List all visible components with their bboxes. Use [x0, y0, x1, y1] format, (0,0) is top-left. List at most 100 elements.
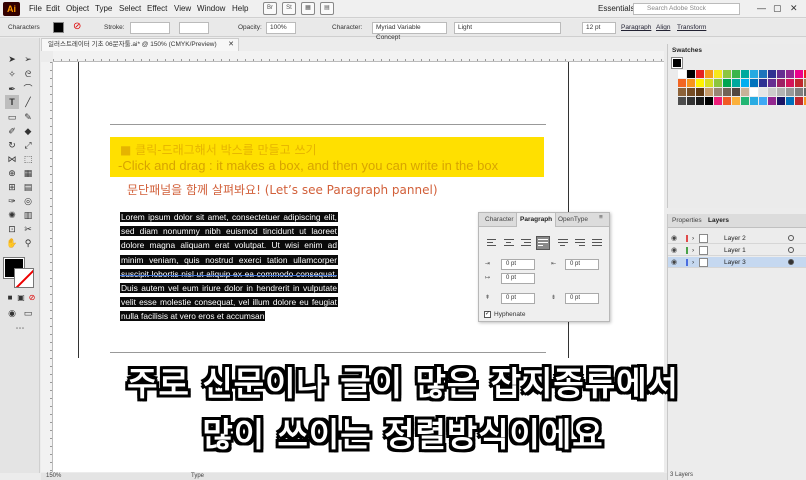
right-indent-field[interactable]: 0 pt: [565, 259, 599, 270]
curvature-tool-icon[interactable]: ⌒: [21, 82, 35, 96]
swatch[interactable]: [678, 88, 686, 96]
draw-mode-icon[interactable]: ◉: [5, 306, 19, 320]
swatch[interactable]: [687, 79, 695, 87]
direct-selection-tool-icon[interactable]: ➢: [21, 52, 35, 66]
stroke-weight-field[interactable]: [130, 22, 170, 34]
menu-view[interactable]: View: [174, 4, 191, 13]
rectangle-tool-icon[interactable]: ▭: [5, 110, 19, 124]
swatch[interactable]: [714, 79, 722, 87]
mesh-tool-icon[interactable]: ⊞: [5, 180, 19, 194]
swatch[interactable]: [705, 79, 713, 87]
layer-row[interactable]: ◉ › Layer 2: [668, 233, 806, 244]
swatch[interactable]: [795, 88, 803, 96]
scale-tool-icon[interactable]: ⤢: [21, 138, 35, 152]
swatch[interactable]: [768, 79, 776, 87]
eraser-icon[interactable]: ◆: [21, 124, 35, 138]
line-tool-icon[interactable]: ╱: [21, 95, 35, 109]
stock-search-input[interactable]: Search Adobe Stock: [633, 3, 740, 15]
swatch[interactable]: [786, 70, 794, 78]
bridge-icon[interactable]: Br: [263, 2, 277, 15]
graph-tool-icon[interactable]: ▥: [21, 208, 35, 222]
swatch[interactable]: [786, 88, 794, 96]
zoom-tool-icon[interactable]: ⚲: [21, 236, 35, 250]
swatch[interactable]: [696, 88, 704, 96]
swatch[interactable]: [696, 70, 704, 78]
swatch[interactable]: [750, 79, 758, 87]
swatch[interactable]: [723, 88, 731, 96]
swatch[interactable]: [777, 88, 785, 96]
tab-layers[interactable]: Layers: [708, 217, 729, 224]
swatch[interactable]: [723, 79, 731, 87]
swatch[interactable]: [732, 70, 740, 78]
gradient-tool-icon[interactable]: ▤: [21, 180, 35, 194]
swatch[interactable]: [795, 79, 803, 87]
layer-name[interactable]: Layer 1: [724, 245, 746, 256]
swatch[interactable]: [750, 88, 758, 96]
swatch[interactable]: [768, 88, 776, 96]
rotate-tool-icon[interactable]: ↻: [5, 138, 19, 152]
stroke-none-icon[interactable]: ⊘: [73, 21, 81, 32]
variable-width-field[interactable]: [179, 22, 209, 34]
swatch[interactable]: [705, 97, 713, 105]
swatch[interactable]: [732, 97, 740, 105]
justify-last-center-icon[interactable]: [557, 237, 569, 249]
swatch[interactable]: [687, 97, 695, 105]
symbol-sprayer-icon[interactable]: ✺: [5, 208, 19, 222]
swatches-title[interactable]: Swatches: [672, 47, 702, 54]
gpu-icon[interactable]: ▦: [301, 2, 315, 15]
first-line-indent-field[interactable]: 0 pt: [501, 273, 535, 284]
minimize-icon[interactable]: —: [757, 3, 766, 13]
menu-file[interactable]: File: [29, 4, 42, 13]
swatch[interactable]: [723, 70, 731, 78]
swatch[interactable]: [741, 70, 749, 78]
swatch[interactable]: [723, 97, 731, 105]
lasso-icon[interactable]: ᘓ: [21, 67, 35, 81]
layer-row-selected[interactable]: ◉ › Layer 3: [668, 257, 806, 268]
tab-opentype[interactable]: OpenType: [558, 216, 588, 223]
font-style-select[interactable]: Light: [454, 22, 561, 34]
swatch[interactable]: [750, 70, 758, 78]
swatch[interactable]: [696, 79, 704, 87]
fill-color-icon[interactable]: [53, 22, 64, 33]
swatch[interactable]: [777, 97, 785, 105]
expand-chevron-icon[interactable]: ›: [692, 245, 694, 256]
swatch[interactable]: [678, 79, 686, 87]
swatch[interactable]: [786, 97, 794, 105]
swatch[interactable]: [777, 70, 785, 78]
swatch[interactable]: [714, 97, 722, 105]
left-indent-field[interactable]: 0 pt: [501, 259, 535, 270]
visibility-eye-icon[interactable]: ◉: [671, 257, 677, 268]
shape-builder-icon[interactable]: ⊕: [5, 166, 19, 180]
align-center-icon[interactable]: [503, 237, 515, 249]
edit-toolbar-icon[interactable]: ⋯: [13, 321, 27, 335]
hand-tool-icon[interactable]: ✋: [5, 236, 19, 250]
artboard-tool-icon[interactable]: ⊡: [5, 222, 19, 236]
justify-last-right-icon[interactable]: [574, 237, 586, 249]
swatch[interactable]: [687, 70, 695, 78]
magic-wand-icon[interactable]: ✧: [5, 67, 19, 81]
blend-tool-icon[interactable]: ◎: [21, 194, 35, 208]
stroke-swatch[interactable]: [14, 268, 34, 288]
swatch[interactable]: [795, 70, 803, 78]
tab-properties[interactable]: Properties: [672, 217, 702, 224]
layer-row[interactable]: ◉ › Layer 1: [668, 245, 806, 256]
swatch[interactable]: [678, 97, 686, 105]
swatch[interactable]: [750, 97, 758, 105]
menu-effect[interactable]: Effect: [147, 4, 167, 13]
swatch[interactable]: [768, 97, 776, 105]
pen-tool-icon[interactable]: ✒: [5, 82, 19, 96]
align-link[interactable]: Align: [656, 24, 670, 31]
align-left-icon[interactable]: [486, 237, 498, 249]
transform-link[interactable]: Transform: [677, 24, 706, 31]
swatch[interactable]: [741, 79, 749, 87]
swatch[interactable]: [705, 88, 713, 96]
maximize-icon[interactable]: ▢: [773, 3, 782, 14]
swatch[interactable]: [714, 88, 722, 96]
swatch[interactable]: [741, 88, 749, 96]
swatch[interactable]: [759, 79, 767, 87]
swatch[interactable]: [777, 79, 785, 87]
character-link[interactable]: Character:: [332, 24, 362, 31]
swatch[interactable]: [732, 79, 740, 87]
heading-english[interactable]: -Click and drag : it makes a box, and th…: [118, 158, 498, 173]
arrange-documents-icon[interactable]: ▤: [320, 2, 334, 15]
